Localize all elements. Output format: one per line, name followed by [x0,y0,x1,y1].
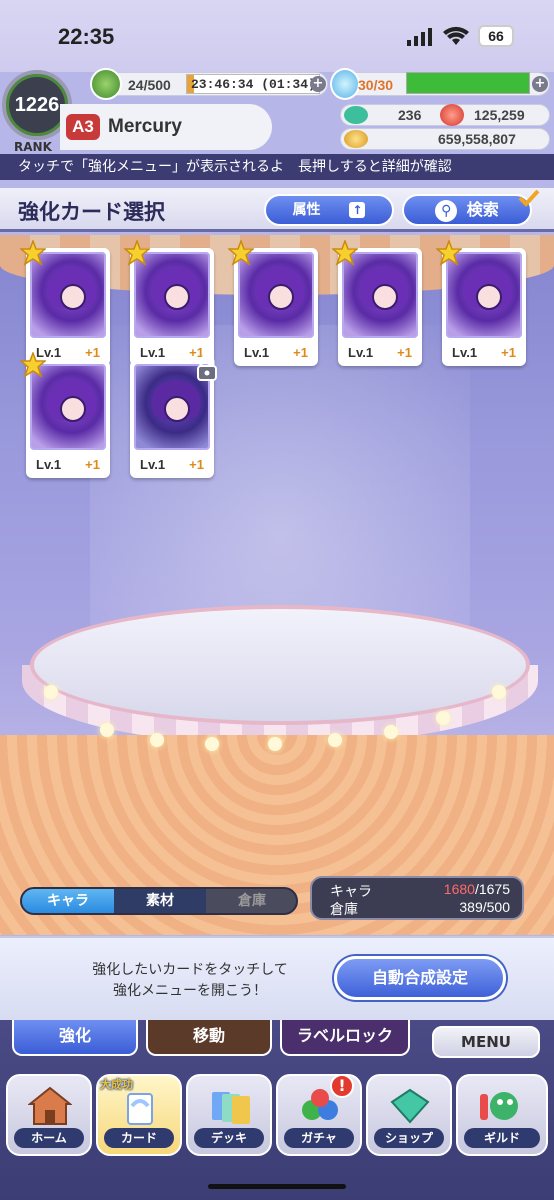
chara-count-current: 1680 [443,881,475,897]
attribute-filter-button[interactable]: 属性 ↑ [264,194,394,226]
guild-icon [480,1092,518,1120]
search-button[interactable]: ⚲ 検索 [402,194,532,226]
nav-shop[interactable]: ショップ [366,1074,452,1156]
alert-badge: ! [330,1074,354,1098]
tab-move[interactable]: 移動 [146,1020,272,1056]
clock: 22:35 [58,24,115,49]
hint-text: 強化したいカードをタッチして 強化メニューを開こう！ [92,962,288,999]
nav-guild-label: ギルド [464,1128,540,1148]
favorite-star-icon [228,240,254,266]
card-plus: +1 [85,457,100,472]
leaf-icon [90,68,122,100]
lock-icon [197,354,217,381]
stage-light [268,737,282,751]
nav-shop-label: ショップ [374,1128,444,1148]
stage-light [100,723,114,737]
nav-card-label: カード [104,1128,174,1148]
league-badge: A3 [66,114,100,140]
potion-icon [330,68,360,100]
favorite-star-icon [436,240,462,266]
favorite-star-icon [124,240,150,266]
auto-fusion-settings-button[interactable]: 自動合成設定 [334,956,506,1000]
bonus-badge: 大成功 [100,1078,133,1091]
card-plus: +1 [85,345,100,360]
rank-label: RANK [14,140,52,154]
stage-light [205,737,219,751]
stage-light [436,711,450,725]
wifi-icon [443,26,469,45]
menu-button[interactable]: MENU [432,1026,540,1058]
stage-light [492,685,506,699]
card-plus: +1 [293,345,308,360]
heart-gauge [406,72,530,94]
ticker: タッチで「強化メニュー」が表示されるよ 長押しすると詳細が確認 [0,154,554,180]
stage-platform [30,605,530,725]
heart-plus-button[interactable]: + [532,76,548,92]
tab-enhance[interactable]: 強化 [12,1020,138,1056]
card-plus: +1 [501,345,516,360]
gem-shop-icon [390,1088,430,1124]
chara-count-label: キャラ [330,883,372,899]
stage-light [44,685,58,699]
search-label: 検索 [466,200,499,219]
stage-light [384,725,398,739]
gem-count: 236 [398,107,422,123]
player-name: Mercury [108,116,182,137]
heart-count: 30/30 [358,77,394,93]
storage-count-label: 倉庫 [330,901,358,917]
card-level: Lv.1 [348,345,374,360]
attribute-filter-label: 属性 [292,202,321,218]
chara-count-max: /1675 [474,881,510,897]
nav-deck[interactable]: デッキ [186,1074,272,1156]
stamina-timer: 23:46:34 (01:34) [186,74,320,94]
tab-material[interactable]: 素材 [114,889,206,913]
tab-storage[interactable]: 倉庫 [206,889,296,913]
signal-icon [407,28,432,46]
sort-arrow-icon: ↑ [349,202,366,218]
nav-guild[interactable]: ギルド [456,1074,548,1156]
tab-label-lock[interactable]: ラベルロック [280,1020,410,1056]
coin-icon [344,130,368,148]
stamina-count: 24/500 [128,77,171,93]
deck-icon [212,1092,250,1124]
card-plus: +1 [189,457,204,472]
gem-icon [344,106,368,124]
nav-gacha-label: ガチャ [284,1128,354,1148]
storage-count-value: 389/500 [459,899,510,915]
card-level: Lv.1 [140,345,166,360]
card-level: Lv.1 [244,345,270,360]
favorite-star-icon [332,240,358,266]
tab-chara[interactable]: キャラ [22,889,114,913]
card-level: Lv.1 [452,345,478,360]
favorite-star-icon [20,240,46,266]
checkmark-icon [518,189,540,207]
nav-home[interactable]: ホーム [6,1074,92,1156]
card-icon [127,1093,153,1125]
card-level: Lv.1 [36,457,62,472]
coin-count: 659,558,807 [438,131,516,147]
card-level: Lv.1 [140,457,166,472]
search-icon: ⚲ [435,200,458,222]
capacity-panel: キャラ 1680/1675 倉庫 389/500 [310,876,524,920]
page-title: 強化カード選択 [18,200,165,224]
heart-gauge-fill [407,73,529,93]
card-plus: +1 [397,345,412,360]
stage-light [328,733,342,747]
status-bar: 22:35 66 [0,0,554,72]
nav-deck-label: デッキ [194,1128,264,1148]
orb-icon [440,104,464,126]
favorite-star-icon [20,352,46,378]
orb-count: 125,259 [474,107,525,123]
stage-light [150,733,164,747]
house-icon [28,1086,72,1125]
home-indicator [208,1184,346,1189]
nav-home-label: ホーム [14,1128,84,1148]
filter-tabs: キャラ 素材 倉庫 [20,887,298,915]
stamina-plus-button[interactable]: + [310,76,326,92]
battery-icon: 66 [478,25,514,47]
